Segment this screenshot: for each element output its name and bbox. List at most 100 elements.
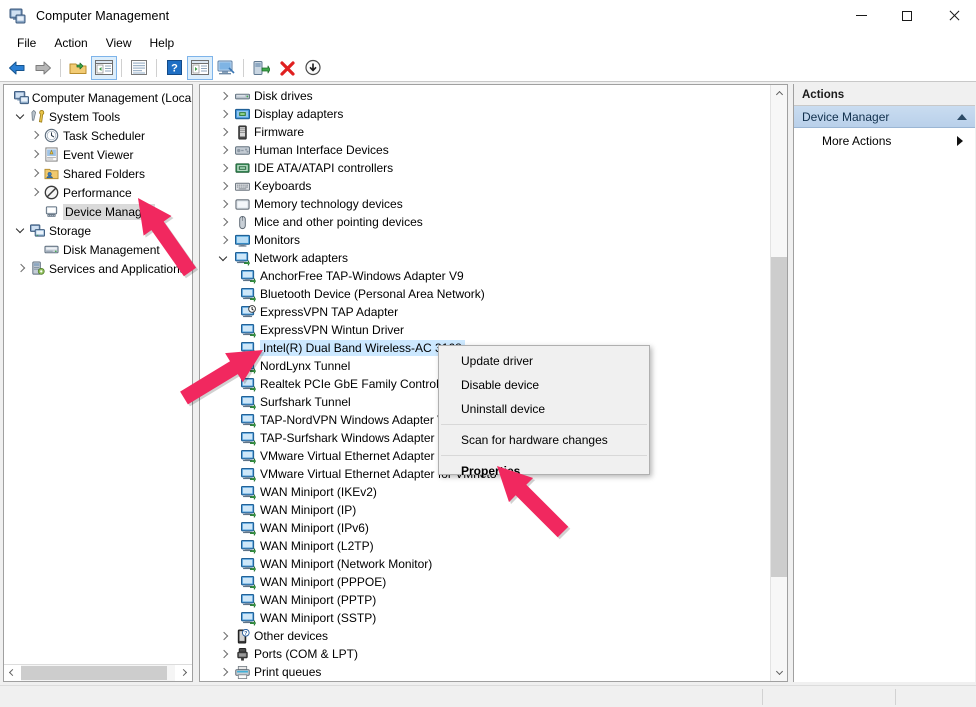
- console-tree-item-event-viewer[interactable]: Event Viewer: [4, 145, 192, 164]
- actions-group-device-manager[interactable]: Device Manager: [794, 106, 975, 128]
- chevron-right-icon[interactable]: [216, 182, 232, 191]
- context-menu-item-scan-for-hardware-changes[interactable]: Scan for hardware changes: [439, 428, 649, 452]
- minimize-button[interactable]: [838, 0, 884, 31]
- console-tree-item-storage[interactable]: Storage: [4, 221, 192, 240]
- device-tree-item-wan-miniport-ikev2[interactable]: WAN Miniport (IKEv2): [200, 483, 770, 501]
- scan-hardware-changes-button[interactable]: [300, 56, 326, 80]
- scroll-track[interactable]: [21, 665, 175, 681]
- device-tree-item-wan-miniport-l2tp[interactable]: WAN Miniport (L2TP): [200, 537, 770, 555]
- chevron-right-icon[interactable]: [216, 110, 232, 119]
- device-tree-item-expressvpn-tap-adapter[interactable]: ExpressVPN TAP Adapter: [200, 303, 770, 321]
- more-actions-item[interactable]: More Actions: [794, 130, 975, 152]
- chevron-right-icon[interactable]: [216, 668, 232, 677]
- device-tree-item-label: WAN Miniport (PPTP): [260, 593, 377, 607]
- export-list-button[interactable]: [126, 56, 152, 80]
- chevron-right-icon[interactable]: [14, 264, 28, 273]
- memory-icon: [232, 197, 252, 212]
- uninstall-device-button[interactable]: [274, 56, 300, 80]
- console-tree-item-disk-management[interactable]: Disk Management: [4, 240, 192, 259]
- context-menu-item-update-driver[interactable]: Update driver: [439, 349, 649, 373]
- network-adapter-icon: [238, 323, 258, 338]
- device-tree-item-network-adapters[interactable]: Network adapters: [200, 249, 770, 267]
- device-tree-item-ports-com-lpt[interactable]: Ports (COM & LPT): [200, 645, 770, 663]
- device-tree-item-other-devices[interactable]: ? Other devices: [200, 627, 770, 645]
- device-tree-item-keyboards[interactable]: Keyboards: [200, 177, 770, 195]
- console-tree-item-performance[interactable]: Performance: [4, 183, 192, 202]
- help-button[interactable]: ?: [161, 56, 187, 80]
- device-tree-item-anchorfree-tap-windows-adapter-v9[interactable]: AnchorFree TAP-Windows Adapter V9: [200, 267, 770, 285]
- scroll-left-button[interactable]: [4, 665, 21, 681]
- chevron-right-icon[interactable]: [216, 236, 232, 245]
- console-tree-item-services-and-applications[interactable]: Services and Applications: [4, 259, 192, 278]
- chevron-down-icon[interactable]: [14, 226, 28, 235]
- maximize-button[interactable]: [884, 0, 930, 31]
- scroll-thumb[interactable]: [21, 666, 167, 680]
- console-tree-panel[interactable]: Computer Management (Local System Tools Ta…: [3, 84, 193, 682]
- close-button[interactable]: [930, 0, 976, 31]
- device-tree-item-wan-miniport-ip[interactable]: WAN Miniport (IP): [200, 501, 770, 519]
- device-tree-item-wan-miniport-pppoe[interactable]: WAN Miniport (PPPOE): [200, 573, 770, 591]
- properties-button[interactable]: [213, 56, 239, 80]
- scroll-thumb[interactable]: [771, 257, 787, 577]
- chevron-right-icon[interactable]: [216, 92, 232, 101]
- chevron-right-icon[interactable]: [28, 169, 42, 178]
- back-button[interactable]: [4, 56, 30, 80]
- device-tree-item-display-adapters[interactable]: Display adapters: [200, 105, 770, 123]
- chevron-right-icon[interactable]: [28, 188, 42, 197]
- show-hide-console-tree-button[interactable]: [91, 55, 117, 80]
- device-tree-item-ide-ata-atapi-controllers[interactable]: IDE ATA/ATAPI controllers: [200, 159, 770, 177]
- forward-button[interactable]: [30, 56, 56, 80]
- device-tree-item-memory-technology-devices[interactable]: Memory technology devices: [200, 195, 770, 213]
- device-tree-item-human-interface-devices[interactable]: Human Interface Devices: [200, 141, 770, 159]
- device-manager-icon: [42, 204, 60, 219]
- chevron-right-icon[interactable]: [216, 146, 232, 155]
- up-one-level-button[interactable]: [65, 56, 91, 80]
- scroll-down-button[interactable]: [771, 664, 787, 681]
- chevron-right-icon[interactable]: [216, 164, 232, 173]
- scroll-right-button[interactable]: [175, 665, 192, 681]
- device-tree-item-expressvpn-wintun-driver[interactable]: ExpressVPN Wintun Driver: [200, 321, 770, 339]
- device-tree-item-disk-drives[interactable]: Disk drives: [200, 87, 770, 105]
- scroll-up-button[interactable]: [771, 85, 787, 102]
- console-tree-item-device-manager[interactable]: Device Manager: [4, 202, 192, 221]
- triangle-up-icon[interactable]: [957, 113, 967, 120]
- device-tree-item-print-queues[interactable]: Print queues: [200, 663, 770, 681]
- chevron-right-icon[interactable]: [216, 200, 232, 209]
- chevron-right-icon[interactable]: [216, 218, 232, 227]
- console-tree-item-system-tools[interactable]: System Tools: [4, 107, 192, 126]
- console-tree-item-task-scheduler[interactable]: Task Scheduler: [4, 126, 192, 145]
- context-menu-item-disable-device[interactable]: Disable device: [439, 373, 649, 397]
- device-tree-item-firmware[interactable]: Firmware: [200, 123, 770, 141]
- console-tree-item-shared-folders[interactable]: Shared Folders: [4, 164, 192, 183]
- network-adapter-icon: [238, 395, 258, 410]
- device-tree-item-label: Bluetooth Device (Personal Area Network): [260, 287, 485, 301]
- chevron-down-icon[interactable]: [14, 112, 28, 121]
- chevron-down-icon[interactable]: [216, 254, 232, 263]
- device-tree-item-wan-miniport-ipv6[interactable]: WAN Miniport (IPv6): [200, 519, 770, 537]
- device-tree-item-wan-miniport-sstp[interactable]: WAN Miniport (SSTP): [200, 609, 770, 627]
- chevron-right-icon[interactable]: [28, 150, 42, 159]
- context-menu-item-properties[interactable]: Properties: [439, 459, 649, 483]
- chevron-right-icon[interactable]: [216, 650, 232, 659]
- device-tree-item-wan-miniport-network-monitor[interactable]: WAN Miniport (Network Monitor): [200, 555, 770, 573]
- menu-action[interactable]: Action: [45, 33, 96, 53]
- device-tree-item-label: WAN Miniport (IKEv2): [260, 485, 377, 499]
- show-hide-action-pane-button[interactable]: [187, 55, 213, 80]
- menu-help[interactable]: Help: [141, 33, 184, 53]
- console-tree-horizontal-scrollbar[interactable]: [4, 664, 192, 681]
- device-tree-item-monitors[interactable]: Monitors: [200, 231, 770, 249]
- device-tree-item-wan-miniport-pptp[interactable]: WAN Miniport (PPTP): [200, 591, 770, 609]
- network-adapter-icon: [238, 377, 258, 392]
- device-tree-item-mice-and-other-pointing-devices[interactable]: Mice and other pointing devices: [200, 213, 770, 231]
- chevron-right-icon[interactable]: [28, 131, 42, 140]
- console-tree-item-computer-management-local[interactable]: Computer Management (Local: [4, 88, 192, 107]
- update-driver-button[interactable]: [248, 56, 274, 80]
- chevron-right-icon[interactable]: [216, 128, 232, 137]
- menu-file[interactable]: File: [8, 33, 45, 53]
- chevron-right-icon[interactable]: [216, 632, 232, 641]
- device-context-menu[interactable]: Update driver Disable device Uninstall dev…: [438, 345, 650, 478]
- device-tree-vertical-scrollbar[interactable]: [770, 85, 787, 681]
- menu-view[interactable]: View: [97, 33, 141, 53]
- device-tree-item-bluetooth-device-personal-area-network[interactable]: Bluetooth Device (Personal Area Network): [200, 285, 770, 303]
- context-menu-item-uninstall-device[interactable]: Uninstall device: [439, 397, 649, 421]
